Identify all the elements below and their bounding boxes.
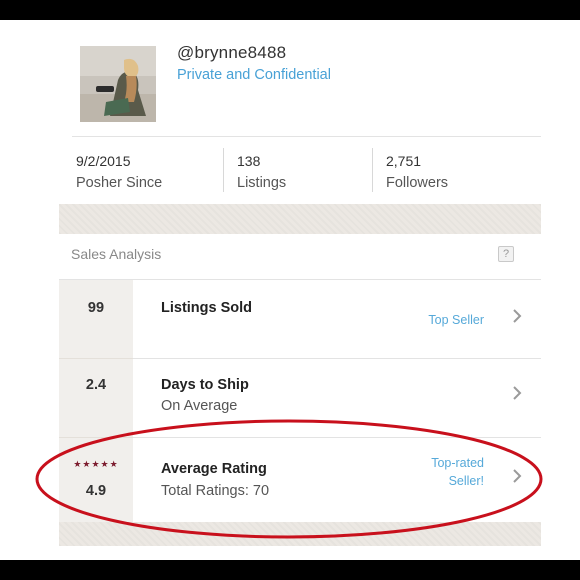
row-badge[interactable]: Top-rated Seller! — [431, 454, 484, 490]
chevron-right-icon[interactable] — [511, 468, 523, 484]
profile-photo-image — [80, 46, 156, 122]
help-icon[interactable]: ? — [498, 246, 514, 262]
row-title: Average Rating — [161, 461, 267, 477]
row-value-column — [59, 359, 133, 437]
stat-posher-since: 9/2/2015 Posher Since — [76, 152, 162, 193]
row-subtitle: Total Ratings: 70 — [161, 483, 270, 499]
row-value: 4.9 — [85, 483, 107, 499]
row-title: Days to Ship — [161, 377, 249, 393]
stat-listings[interactable]: 138 Listings — [237, 152, 286, 193]
row-title: Listings Sold — [161, 300, 253, 316]
chevron-right-icon[interactable] — [511, 308, 523, 324]
stat-value: 9/2/2015 — [76, 153, 131, 169]
section-band-bottom — [59, 522, 541, 546]
profile-divider — [72, 136, 541, 137]
privacy-link[interactable]: Private and Confidential — [177, 67, 331, 83]
row-badge-line: Seller! — [448, 474, 484, 488]
stat-value: 2,751 — [386, 153, 422, 169]
stat-separator — [372, 148, 373, 192]
sales-row-average-rating[interactable]: 4.9 Average Rating Total Ratings: 70 Top… — [59, 438, 541, 522]
stat-label: Followers — [386, 175, 449, 191]
bottom-letterbox-bar — [0, 560, 580, 580]
stat-separator — [223, 148, 224, 192]
row-badge[interactable]: Top Seller — [428, 311, 484, 329]
stat-label: Listings — [237, 175, 287, 191]
row-value-column — [59, 438, 133, 522]
row-value-column — [59, 280, 133, 358]
stat-value: 138 — [237, 153, 261, 169]
chevron-right-icon[interactable] — [511, 385, 523, 401]
avatar[interactable] — [80, 46, 156, 122]
row-value: 2.4 — [85, 377, 107, 393]
stat-followers[interactable]: 2,751 Followers — [386, 152, 448, 193]
row-subtitle: On Average — [161, 398, 238, 414]
rating-stars-icon: ★★★★★ — [73, 459, 119, 469]
profile-card: @brynne8488 Private and Confidential 9/2… — [59, 20, 541, 560]
top-letterbox-bar — [0, 0, 580, 20]
row-value: 99 — [87, 300, 105, 316]
row-badge-line: Top-rated — [431, 456, 484, 470]
section-title: Sales Analysis — [71, 246, 162, 262]
sales-row-days-to-ship[interactable]: 2.4 Days to Ship On Average — [59, 359, 541, 437]
stat-label: Posher Since — [76, 175, 163, 191]
redacted-box — [154, 323, 324, 345]
username: @brynne8488 — [177, 43, 287, 62]
sales-row-listings-sold[interactable]: 99 Listings Sold Top Seller — [59, 280, 541, 358]
section-band — [59, 204, 541, 234]
